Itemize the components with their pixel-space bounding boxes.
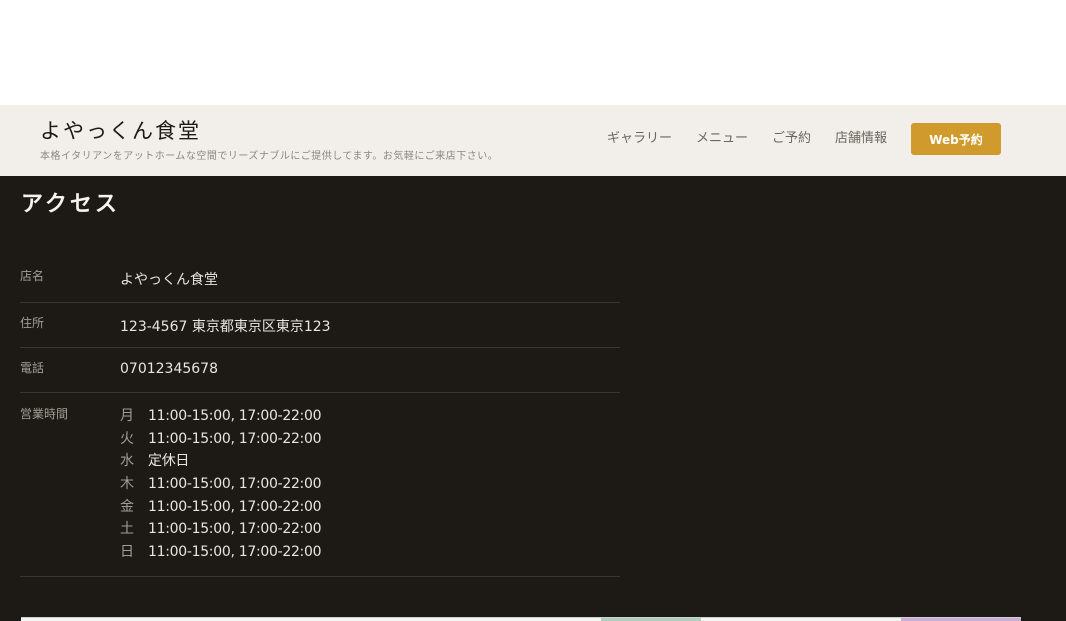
day-label: 木 bbox=[120, 476, 134, 493]
time-value: 11:00-15:00, 17:00-22:00 bbox=[148, 430, 322, 447]
info-row-name: 店名 よやっくん食堂 bbox=[20, 256, 620, 303]
info-row-phone: 電話 07012345678 bbox=[20, 348, 620, 393]
day-label: 日 bbox=[120, 544, 134, 561]
map-embed[interactable] bbox=[21, 617, 1021, 621]
time-value: 11:00-15:00, 17:00-22:00 bbox=[148, 521, 322, 538]
day-label: 金 bbox=[120, 498, 134, 515]
brand: よやっくん食堂 本格イタリアンをアットホームな空間でリーズナブルにご提供してます… bbox=[40, 117, 498, 162]
nav-item-menu[interactable]: メニュー bbox=[696, 123, 748, 155]
top-blank-area bbox=[0, 0, 1066, 105]
hours-line: 土 11:00-15:00, 17:00-22:00 bbox=[120, 518, 321, 541]
time-value: 11:00-15:00, 17:00-22:00 bbox=[148, 544, 322, 561]
store-info-table: 店名 よやっくん食堂 住所 123-4567 東京都東京区東京123 電話 07… bbox=[20, 256, 620, 577]
day-label: 水 bbox=[120, 453, 134, 470]
time-value: 11:00-15:00, 17:00-22:00 bbox=[148, 476, 322, 493]
row-label: 住所 bbox=[20, 316, 45, 330]
hours-line: 金 11:00-15:00, 17:00-22:00 bbox=[120, 496, 321, 519]
hours-list: 月 11:00-15:00, 17:00-22:00 火 11:00-15:00… bbox=[120, 393, 321, 576]
main-nav: ギャラリー メニュー ご予約 店舗情報 Web予約 bbox=[607, 123, 1001, 155]
hours-line: 水 定休日 bbox=[120, 450, 321, 473]
nav-item-reservation[interactable]: ご予約 bbox=[772, 123, 811, 155]
day-label: 月 bbox=[120, 408, 134, 424]
nav-item-gallery[interactable]: ギャラリー bbox=[607, 123, 672, 155]
info-row-address: 住所 123-4567 東京都東京区東京123 bbox=[20, 303, 620, 348]
time-value: 定休日 bbox=[148, 453, 190, 470]
day-label: 火 bbox=[120, 430, 134, 447]
phone-value[interactable]: 07012345678 bbox=[120, 348, 218, 392]
section-title: アクセス bbox=[21, 191, 120, 217]
hours-line: 火 11:00-15:00, 17:00-22:00 bbox=[120, 428, 321, 451]
web-reservation-button[interactable]: Web予約 bbox=[911, 123, 1001, 155]
address-value: 123-4567 東京都東京区東京123 bbox=[120, 319, 331, 335]
info-row-hours: 営業時間 月 11:00-15:00, 17:00-22:00 火 11:00-… bbox=[20, 393, 620, 577]
row-label: 店名 bbox=[20, 269, 45, 283]
row-label: 電話 bbox=[20, 361, 45, 375]
hours-line: 月 11:00-15:00, 17:00-22:00 bbox=[120, 405, 321, 428]
hours-line: 日 11:00-15:00, 17:00-22:00 bbox=[120, 541, 321, 564]
row-label: 営業時間 bbox=[20, 407, 69, 421]
site-tagline: 本格イタリアンをアットホームな空間でリーズナブルにご提供してます。お気軽にご来店… bbox=[40, 151, 499, 162]
nav-item-store-info[interactable]: 店舗情報 bbox=[835, 123, 887, 155]
time-value: 11:00-15:00, 17:00-22:00 bbox=[148, 408, 322, 424]
time-value: 11:00-15:00, 17:00-22:00 bbox=[148, 498, 322, 515]
site-header: よやっくん食堂 本格イタリアンをアットホームな空間でリーズナブルにご提供してます… bbox=[0, 105, 1066, 176]
store-name-value: よやっくん食堂 bbox=[120, 272, 218, 288]
day-label: 土 bbox=[120, 521, 134, 538]
access-section: アクセス 店名 よやっくん食堂 住所 123-4567 東京都東京区東京123 … bbox=[0, 176, 1066, 621]
hours-line: 木 11:00-15:00, 17:00-22:00 bbox=[120, 473, 321, 496]
site-title[interactable]: よやっくん食堂 bbox=[40, 117, 498, 145]
